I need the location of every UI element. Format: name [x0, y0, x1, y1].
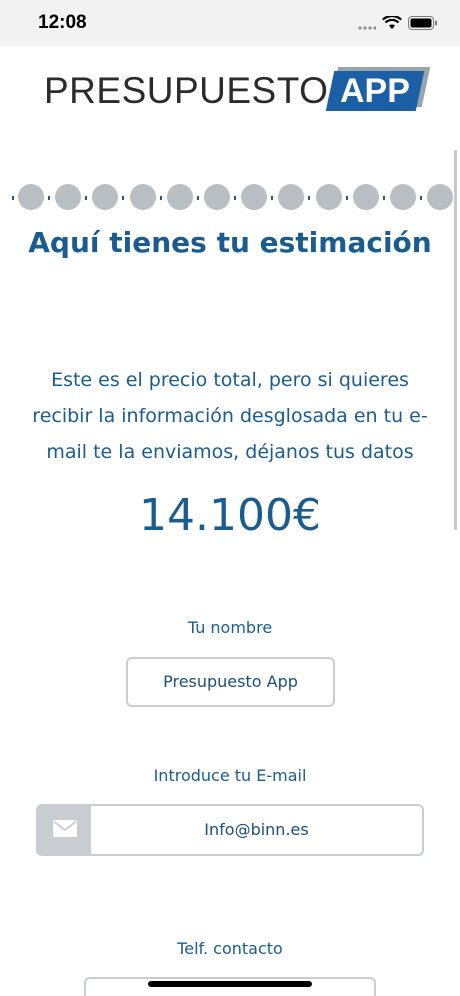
- total-price: 14.100€: [139, 490, 321, 541]
- description: Este es el precio total, pero si quieres…: [14, 362, 446, 470]
- progress-connector: [159, 196, 162, 200]
- progress-connector: [85, 196, 88, 200]
- logo-badge-text: APP: [340, 72, 411, 110]
- progress-connector: [122, 196, 125, 200]
- status-bar: 12:08: [0, 0, 460, 46]
- battery-icon: [408, 15, 438, 34]
- signal-icon: [358, 15, 377, 34]
- scroll-indicator[interactable]: [454, 150, 457, 530]
- progress-step-dot: [278, 184, 305, 210]
- email-field[interactable]: Info@binn.es: [91, 806, 422, 854]
- progress-step-dot: [166, 184, 193, 210]
- progress-connector: [234, 196, 236, 200]
- progress-step-dot: [427, 184, 454, 210]
- progress-step-dot: [352, 184, 379, 210]
- progress-step-dot: [390, 184, 416, 210]
- email-icon-box: [38, 806, 91, 854]
- progress-connector: [382, 196, 385, 200]
- wifi-icon: [382, 14, 402, 34]
- email-label: Introduce tu E-mail: [153, 766, 307, 785]
- status-time: 12:08: [38, 12, 87, 33]
- progress-connector: [271, 196, 274, 200]
- progress-step-dot: [18, 184, 44, 210]
- progress-connector: [196, 196, 199, 200]
- envelope-icon: [52, 819, 77, 841]
- phone-label: Telf. contacto: [177, 939, 283, 958]
- logo-text: PRESUPUESTO: [44, 70, 329, 111]
- progress-step-dot: [55, 184, 82, 210]
- description-line: Este es el precio total, pero si quieres: [51, 369, 409, 391]
- description-line: recibir la información desglosada en tu …: [32, 405, 428, 427]
- logo-badge: APP: [326, 67, 431, 113]
- progress-step-dot: [315, 184, 342, 210]
- email-field-group[interactable]: Info@binn.es: [36, 804, 424, 856]
- progress-connector: [48, 196, 50, 200]
- description-line: mail te la enviamos, déjanos tus datos: [46, 441, 414, 463]
- progress-connector: [308, 196, 311, 200]
- home-indicator: [148, 981, 312, 987]
- progress-step-dot: [92, 184, 119, 210]
- app-logo: PRESUPUESTO APP: [44, 64, 431, 118]
- name-field[interactable]: Presupuesto App: [126, 657, 335, 707]
- name-label: Tu nombre: [187, 618, 273, 637]
- progress-connector: [345, 196, 348, 200]
- progress-step-dot: [241, 184, 268, 210]
- status-icons: [358, 14, 438, 34]
- progress-connector: [12, 196, 14, 200]
- step-progress: [10, 184, 454, 212]
- progress-step-dot: [204, 184, 230, 210]
- progress-connector: [420, 196, 422, 200]
- page-title: Aquí tienes tu estimación: [28, 226, 432, 259]
- progress-step-dot: [129, 184, 156, 210]
